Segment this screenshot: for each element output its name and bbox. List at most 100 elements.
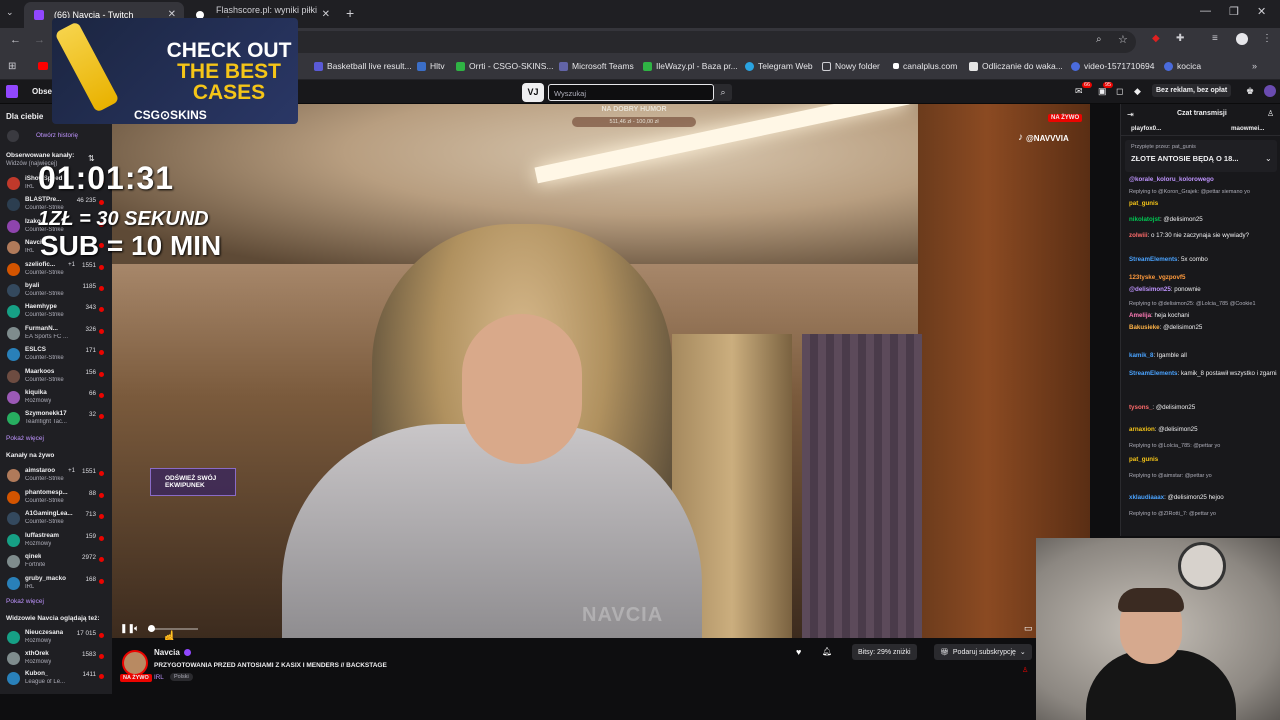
show-more-followed-link[interactable]: Pokaż więcej <box>6 435 44 442</box>
streamer-name[interactable]: Navcia <box>154 648 180 657</box>
new-tab-button[interactable]: + <box>346 5 354 21</box>
csgo-skins-ad[interactable]: CHECK OUT THE BEST CASES CSG⊙SKINS <box>52 18 298 124</box>
forward-arrow-icon[interactable]: → <box>34 34 45 46</box>
chat-username[interactable]: pat_gunis <box>1129 200 1158 207</box>
category-link[interactable]: IRL <box>154 674 164 681</box>
extension-icon[interactable]: ◆ <box>1152 33 1160 44</box>
channel-item[interactable]: Nieuczesana Rozmowy 17 015 <box>3 628 109 648</box>
twitch-logo-icon[interactable] <box>6 85 18 98</box>
chat-username[interactable]: kamik_8 <box>1129 352 1153 359</box>
close-tab-icon[interactable]: ✕ <box>322 9 330 20</box>
chat-users-icon[interactable]: ♙ <box>1267 109 1274 118</box>
show-more-live-link[interactable]: Pokaż więcej <box>6 598 44 605</box>
chat-username[interactable]: nikolatojst <box>1129 216 1160 223</box>
live-dot-icon <box>99 371 104 377</box>
language-tag[interactable]: Polski <box>170 673 193 681</box>
channel-item[interactable]: byali Counter-Strike 1185 <box>3 281 109 301</box>
chevron-down-icon[interactable]: ⌄ <box>1265 154 1272 163</box>
search-button[interactable]: ⌕ <box>714 84 732 101</box>
chat-username[interactable]: Amelija <box>1129 312 1151 319</box>
user-avatar[interactable] <box>1264 85 1276 97</box>
chat-username[interactable]: arnaxion <box>1129 426 1155 433</box>
bookmark-teams[interactable]: Microsoft Teams <box>559 61 634 71</box>
bookmark-telegram[interactable]: Telegram Web <box>745 61 813 71</box>
profile-avatar[interactable] <box>1236 33 1248 45</box>
bookmark-folder[interactable]: Nowy folder <box>822 61 880 71</box>
volume-icon[interactable]: 🔈︎ <box>134 623 139 634</box>
extensions-puzzle-icon[interactable]: ✚ <box>1176 33 1184 44</box>
viewer-count: 156 <box>85 368 96 376</box>
open-history-link[interactable]: Otwórz historię <box>36 132 78 139</box>
bookmark-countdown[interactable]: Odliczanie do waka... <box>969 61 1063 71</box>
live-dot-icon <box>99 653 104 659</box>
search-input[interactable]: Wyszukaj <box>548 84 714 101</box>
channel-item[interactable]: luffastream Rozmowy 159 <box>3 531 109 551</box>
collapse-chat-icon[interactable]: ⇥ <box>1127 110 1134 119</box>
channel-item[interactable]: Haemhype Counter-Strike 343 <box>3 302 109 322</box>
volume-knob[interactable] <box>148 625 155 632</box>
channel-item[interactable]: xthOrek Rozmowy 1583 <box>3 649 109 669</box>
chat-username[interactable]: 123tyske_vgzpovf5 <box>1129 274 1185 281</box>
channel-item[interactable]: Szymonekk17 Teamfight Tac... 32 <box>3 409 109 429</box>
theatre-mode-icon[interactable]: ▭ <box>1024 623 1033 634</box>
top-chatter-2[interactable]: maowmei... <box>1231 125 1264 132</box>
streamer-avatar[interactable] <box>122 650 148 676</box>
ad-free-button[interactable]: Bez reklam, bez opłat <box>1152 84 1232 97</box>
more-bookmarks-icon[interactable]: » <box>1252 61 1257 71</box>
bookmark-basketball[interactable]: Basketball live result... <box>314 61 412 71</box>
bits-icon[interactable]: ◆ <box>1134 86 1141 97</box>
prime-icon[interactable]: ♚ <box>1246 86 1254 97</box>
viewer-count: 159 <box>85 532 96 540</box>
browse-link[interactable]: Obse <box>32 87 52 96</box>
pause-icon[interactable]: ❚❚ <box>120 623 135 634</box>
vj-extension-button[interactable]: VJ <box>522 83 544 102</box>
maximize-button[interactable]: ❐ <box>1229 5 1239 18</box>
minimize-button[interactable]: — <box>1200 5 1211 17</box>
channel-item[interactable]: kiquika Rozmowy 66 <box>3 388 109 408</box>
whispers-icon[interactable]: ◻ <box>1116 86 1123 97</box>
bookmark-hltv[interactable]: Hltv <box>417 61 445 71</box>
back-arrow-icon[interactable]: ← <box>10 34 21 46</box>
channel-item[interactable]: A1GamingLea... Counter-Strike 713 <box>3 509 109 529</box>
media-control-icon[interactable]: ≡ <box>1212 33 1218 44</box>
channel-item[interactable]: szeliofic... Counter-Strike 1551 +1 <box>3 260 109 280</box>
top-chatter-1[interactable]: playfox0... <box>1131 125 1161 132</box>
notifications-icon[interactable]: ✉ <box>1075 86 1083 97</box>
follow-heart-icon[interactable]: ♥ <box>796 647 801 657</box>
bookmark-kocica[interactable]: kocica <box>1164 61 1201 71</box>
chat-username[interactable]: @korale_koloru_kolorowego <box>1129 176 1214 183</box>
chat-username[interactable]: pat_gunis <box>1129 456 1158 463</box>
channel-item[interactable]: ESLCS Counter-Strike 171 <box>3 345 109 365</box>
apps-grid-icon[interactable]: ⊞ <box>8 61 16 72</box>
youtube-icon[interactable] <box>38 62 48 70</box>
pinned-message[interactable]: Przypięte przez: pat_gunis ZŁOTE ANTOSIE… <box>1125 140 1277 172</box>
channel-item[interactable]: aimstaroo Counter-Strike 1551 +1 <box>3 466 109 486</box>
channel-item[interactable]: Maarkoos Counter-Strike 156 <box>3 367 109 387</box>
tab-list-button[interactable]: ⌄ <box>6 7 14 18</box>
bits-discount-button[interactable]: Bitsy: 29% zniżki <box>852 644 917 660</box>
bookmark-ilewazy[interactable]: IleWazy.pl - Baza pr... <box>643 61 738 71</box>
chat-username[interactable]: xklaudiaaax <box>1129 494 1164 501</box>
bookmark-video[interactable]: video-1571710694 <box>1071 61 1154 71</box>
zoom-icon[interactable]: ⌕ <box>1096 34 1102 45</box>
chat-username[interactable]: @delisimon25 <box>1129 286 1171 293</box>
close-window-button[interactable]: ✕ <box>1257 5 1266 18</box>
gift-sub-button[interactable]: 🎁︎ Podaruj subskrypcję ⌄ <box>934 644 1032 660</box>
bookmark-csgo-skins[interactable]: Orrti - CSGO-SKINS... <box>456 61 554 71</box>
channel-item[interactable]: gruby_macko IRL 168 <box>3 574 109 594</box>
notification-bell-icon[interactable]: 🔔︎ <box>822 647 832 656</box>
channel-category: Rozmowy <box>25 398 52 404</box>
chat-username[interactable]: tysons_ <box>1129 404 1152 411</box>
bookmark-star-icon[interactable]: ☆ <box>1118 33 1128 46</box>
channel-item[interactable]: FurmanN... EA Sports FC ... 326 <box>3 324 109 344</box>
channel-item[interactable]: qinek Fortnite 2972 <box>3 552 109 572</box>
channel-item[interactable]: phantomesp... Counter-Strike 88 <box>3 488 109 508</box>
chat-username[interactable]: StreamElements <box>1129 256 1178 263</box>
channel-item[interactable]: Kubon_ League of Le... 1411 <box>3 669 109 689</box>
bookmark-canalplus[interactable]: canalplus.com <box>893 61 957 71</box>
browser-menu-icon[interactable]: ⋮ <box>1262 33 1272 44</box>
video-player[interactable]: NA DOBRY HUMOR 511,46 zł - 100,00 zł @NA… <box>112 104 1090 638</box>
chat-username[interactable]: StreamElements <box>1129 370 1178 377</box>
chat-username[interactable]: Bakusieke <box>1129 324 1160 331</box>
chat-username[interactable]: zolwiii <box>1129 232 1148 239</box>
